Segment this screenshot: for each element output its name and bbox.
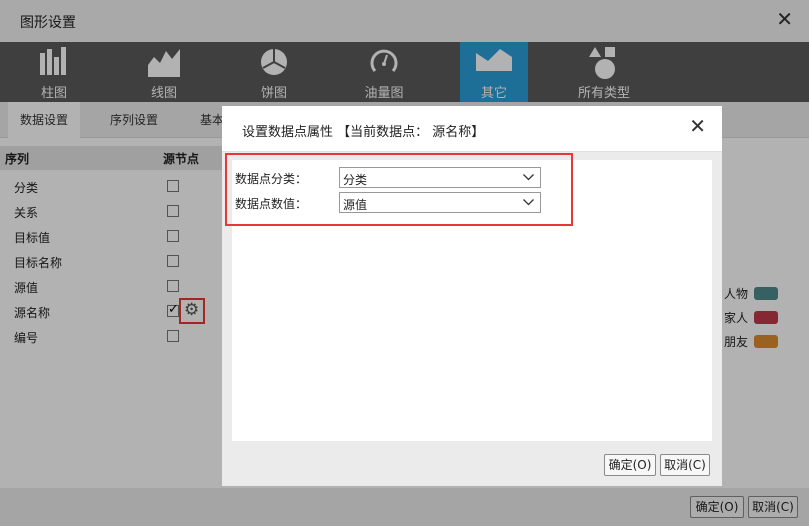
dialog-title: 设置数据点属性 【当前数据点： 源名称】 xyxy=(242,125,485,140)
dialog-ok-button[interactable]: 确定(O) xyxy=(604,454,656,476)
dialog-cancel-button[interactable]: 取消(C) xyxy=(660,454,710,476)
dialog-header: 设置数据点属性 【当前数据点： 源名称】 ✕ xyxy=(222,106,722,152)
highlight-frame xyxy=(225,153,573,226)
dialog-close-icon[interactable]: ✕ xyxy=(689,116,706,136)
